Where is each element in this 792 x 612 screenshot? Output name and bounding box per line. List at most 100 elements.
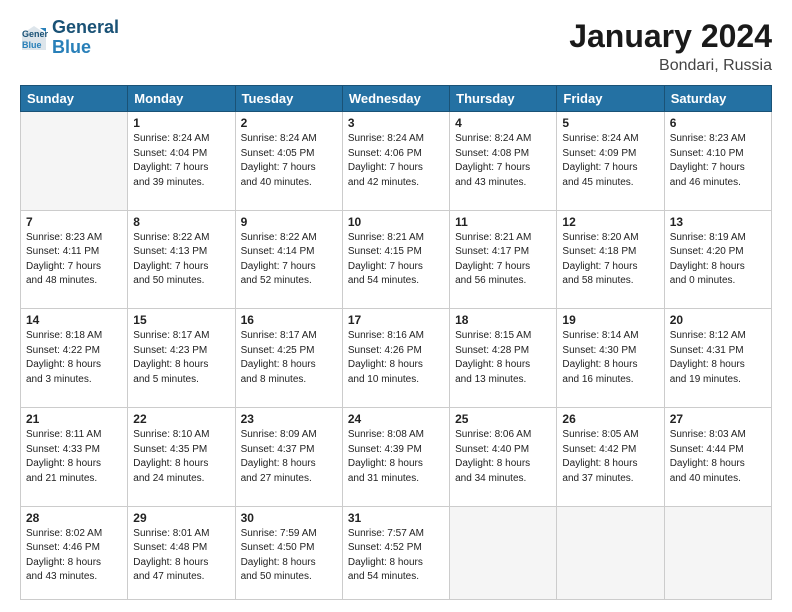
day-number: 21 <box>26 412 122 426</box>
calendar-cell: 7 Sunrise: 8:23 AMSunset: 4:11 PMDaylight… <box>21 210 128 309</box>
calendar-cell <box>557 506 664 599</box>
day-number: 4 <box>455 116 551 130</box>
calendar-cell: 10 Sunrise: 8:21 AMSunset: 4:15 PMDayligh… <box>342 210 449 309</box>
day-info: Sunrise: 8:23 AMSunset: 4:11 PMDaylight:… <box>26 231 122 289</box>
day-number: 30 <box>241 511 337 525</box>
calendar-cell: 16 Sunrise: 8:17 AMSunset: 4:25 PMDayligh… <box>235 309 342 408</box>
calendar-cell: 11Sunrise: 8:21 AMSunset: 4:17 PMDayligh… <box>450 210 557 309</box>
day-number: 1 <box>133 116 229 130</box>
calendar-cell: 3Sunrise: 8:24 AMSunset: 4:06 PMDaylight… <box>342 112 449 211</box>
day-info: Sunrise: 8:16 AMSunset: 4:26 PMDaylight:… <box>348 329 444 387</box>
calendar-cell: 25 Sunrise: 8:06 AMSunset: 4:40 PMDayligh… <box>450 408 557 507</box>
day-number: 12 <box>562 215 658 229</box>
day-number: 14 <box>26 313 122 327</box>
calendar-cell: 30Sunrise: 7:59 AMSunset: 4:50 PMDayligh… <box>235 506 342 599</box>
day-number: 9 <box>241 215 337 229</box>
page: General Blue General Blue January 2024 B… <box>0 0 792 612</box>
day-info: Sunrise: 8:10 AMSunset: 4:35 PMDaylight:… <box>133 428 229 486</box>
weekday-header-thursday: Thursday <box>450 86 557 112</box>
day-info: Sunrise: 8:01 AMSunset: 4:48 PMDaylight:… <box>133 527 229 585</box>
logo-line2: Blue <box>52 38 119 58</box>
day-number: 19 <box>562 313 658 327</box>
calendar-cell: 23Sunrise: 8:09 AMSunset: 4:37 PMDayligh… <box>235 408 342 507</box>
day-info: Sunrise: 8:17 AMSunset: 4:23 PMDaylight:… <box>133 329 229 387</box>
day-info: Sunrise: 8:19 AMSunset: 4:20 PMDaylight:… <box>670 231 766 289</box>
logo-line1: General <box>52 18 119 38</box>
day-info: Sunrise: 8:23 AMSunset: 4:10 PMDaylight:… <box>670 132 766 190</box>
day-info: Sunrise: 8:24 AMSunset: 4:05 PMDaylight:… <box>241 132 337 190</box>
calendar-week-5: 28Sunrise: 8:02 AMSunset: 4:46 PMDayligh… <box>21 506 772 599</box>
day-info: Sunrise: 8:22 AMSunset: 4:13 PMDaylight:… <box>133 231 229 289</box>
day-info: Sunrise: 7:57 AMSunset: 4:52 PMDaylight:… <box>348 527 444 585</box>
calendar-week-4: 21 Sunrise: 8:11 AMSunset: 4:33 PMDayligh… <box>21 408 772 507</box>
calendar-table: SundayMondayTuesdayWednesdayThursdayFrid… <box>20 85 772 600</box>
calendar-cell: 14 Sunrise: 8:18 AMSunset: 4:22 PMDayligh… <box>21 309 128 408</box>
calendar-cell: 9 Sunrise: 8:22 AMSunset: 4:14 PMDaylight… <box>235 210 342 309</box>
day-info: Sunrise: 8:02 AMSunset: 4:46 PMDaylight:… <box>26 527 122 585</box>
calendar-cell: 1Sunrise: 8:24 AMSunset: 4:04 PMDaylight… <box>128 112 235 211</box>
weekday-header-monday: Monday <box>128 86 235 112</box>
day-number: 17 <box>348 313 444 327</box>
day-info: Sunrise: 8:06 AMSunset: 4:40 PMDaylight:… <box>455 428 551 486</box>
calendar-cell: 6 Sunrise: 8:23 AMSunset: 4:10 PMDaylight… <box>664 112 771 211</box>
calendar-body: 1Sunrise: 8:24 AMSunset: 4:04 PMDaylight… <box>21 112 772 600</box>
day-number: 10 <box>348 215 444 229</box>
logo: General Blue General Blue <box>20 18 119 58</box>
calendar-cell: 29 Sunrise: 8:01 AMSunset: 4:48 PMDayligh… <box>128 506 235 599</box>
calendar-cell: 31Sunrise: 7:57 AMSunset: 4:52 PMDayligh… <box>342 506 449 599</box>
calendar-cell: 4Sunrise: 8:24 AMSunset: 4:08 PMDaylight… <box>450 112 557 211</box>
calendar-cell: 15Sunrise: 8:17 AMSunset: 4:23 PMDayligh… <box>128 309 235 408</box>
calendar-cell: 2 Sunrise: 8:24 AMSunset: 4:05 PMDaylight… <box>235 112 342 211</box>
calendar-cell: 27Sunrise: 8:03 AMSunset: 4:44 PMDayligh… <box>664 408 771 507</box>
header: General Blue General Blue January 2024 B… <box>20 18 772 75</box>
weekday-header-sunday: Sunday <box>21 86 128 112</box>
day-number: 23 <box>241 412 337 426</box>
calendar-cell: 22Sunrise: 8:10 AMSunset: 4:35 PMDayligh… <box>128 408 235 507</box>
day-number: 16 <box>241 313 337 327</box>
calendar-title: January 2024 <box>569 18 772 55</box>
day-number: 27 <box>670 412 766 426</box>
weekday-header-friday: Friday <box>557 86 664 112</box>
calendar-cell: 5 Sunrise: 8:24 AMSunset: 4:09 PMDaylight… <box>557 112 664 211</box>
calendar-cell <box>450 506 557 599</box>
calendar-cell: 20 Sunrise: 8:12 AMSunset: 4:31 PMDayligh… <box>664 309 771 408</box>
calendar-week-3: 14 Sunrise: 8:18 AMSunset: 4:22 PMDayligh… <box>21 309 772 408</box>
day-info: Sunrise: 8:18 AMSunset: 4:22 PMDaylight:… <box>26 329 122 387</box>
weekday-header-saturday: Saturday <box>664 86 771 112</box>
day-number: 2 <box>241 116 337 130</box>
calendar-cell: 19Sunrise: 8:14 AMSunset: 4:30 PMDayligh… <box>557 309 664 408</box>
day-number: 18 <box>455 313 551 327</box>
day-number: 25 <box>455 412 551 426</box>
day-number: 7 <box>26 215 122 229</box>
calendar-cell: 13Sunrise: 8:19 AMSunset: 4:20 PMDayligh… <box>664 210 771 309</box>
calendar-subtitle: Bondari, Russia <box>569 57 772 75</box>
weekday-header-row: SundayMondayTuesdayWednesdayThursdayFrid… <box>21 86 772 112</box>
day-info: Sunrise: 8:15 AMSunset: 4:28 PMDaylight:… <box>455 329 551 387</box>
day-number: 26 <box>562 412 658 426</box>
day-info: Sunrise: 8:24 AMSunset: 4:06 PMDaylight:… <box>348 132 444 190</box>
title-block: January 2024 Bondari, Russia <box>569 18 772 75</box>
day-number: 6 <box>670 116 766 130</box>
calendar-cell: 8 Sunrise: 8:22 AMSunset: 4:13 PMDaylight… <box>128 210 235 309</box>
day-info: Sunrise: 8:12 AMSunset: 4:31 PMDaylight:… <box>670 329 766 387</box>
day-info: Sunrise: 8:22 AMSunset: 4:14 PMDaylight:… <box>241 231 337 289</box>
logo-text: General Blue <box>52 18 119 58</box>
day-number: 24 <box>348 412 444 426</box>
weekday-header-wednesday: Wednesday <box>342 86 449 112</box>
calendar-cell <box>21 112 128 211</box>
calendar-week-2: 7 Sunrise: 8:23 AMSunset: 4:11 PMDaylight… <box>21 210 772 309</box>
day-info: Sunrise: 8:21 AMSunset: 4:15 PMDaylight:… <box>348 231 444 289</box>
calendar-cell: 24Sunrise: 8:08 AMSunset: 4:39 PMDayligh… <box>342 408 449 507</box>
day-number: 11 <box>455 215 551 229</box>
day-number: 8 <box>133 215 229 229</box>
day-info: Sunrise: 8:24 AMSunset: 4:09 PMDaylight:… <box>562 132 658 190</box>
day-info: Sunrise: 8:11 AMSunset: 4:33 PMDaylight:… <box>26 428 122 486</box>
day-info: Sunrise: 8:17 AMSunset: 4:25 PMDaylight:… <box>241 329 337 387</box>
calendar-cell: 17 Sunrise: 8:16 AMSunset: 4:26 PMDayligh… <box>342 309 449 408</box>
weekday-header-tuesday: Tuesday <box>235 86 342 112</box>
day-number: 5 <box>562 116 658 130</box>
svg-text:Blue: Blue <box>22 40 42 50</box>
day-number: 29 <box>133 511 229 525</box>
day-number: 20 <box>670 313 766 327</box>
calendar-cell: 26Sunrise: 8:05 AMSunset: 4:42 PMDayligh… <box>557 408 664 507</box>
